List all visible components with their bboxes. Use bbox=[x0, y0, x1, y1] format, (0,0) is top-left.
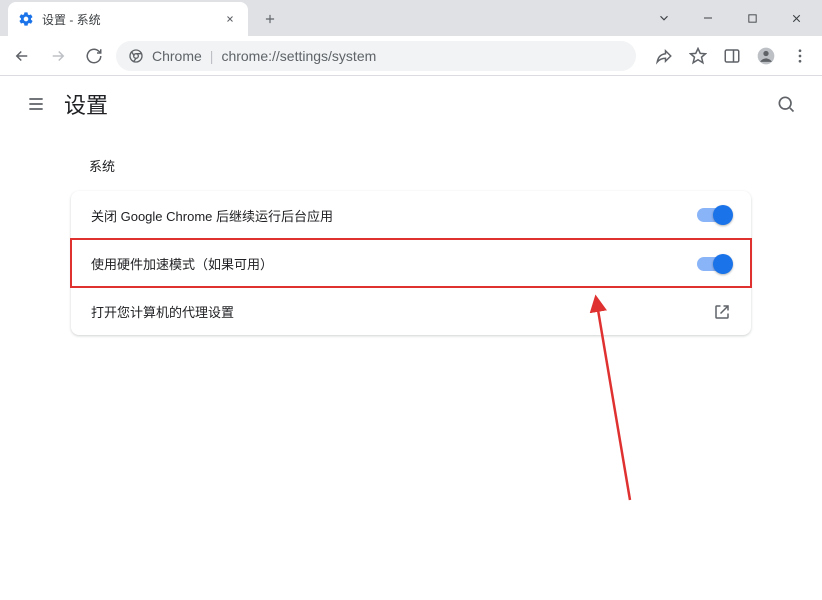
tab-strip: 设置 - 系统 bbox=[0, 0, 822, 36]
row-proxy-settings[interactable]: 打开您计算机的代理设置 bbox=[71, 287, 751, 335]
settings-card: 关闭 Google Chrome 后继续运行后台应用 使用硬件加速模式（如果可用… bbox=[71, 191, 751, 335]
toggle-background-apps[interactable] bbox=[697, 208, 731, 222]
bookmark-button[interactable] bbox=[682, 40, 714, 72]
nav-forward-button[interactable] bbox=[42, 40, 74, 72]
window-maximize-button[interactable] bbox=[730, 3, 774, 33]
window-minimize-button[interactable] bbox=[686, 3, 730, 33]
nav-back-button[interactable] bbox=[6, 40, 38, 72]
window-close-button[interactable] bbox=[774, 3, 818, 33]
chrome-logo-icon bbox=[128, 48, 144, 64]
profile-button[interactable] bbox=[750, 40, 782, 72]
search-button[interactable] bbox=[766, 84, 806, 124]
row-background-apps: 关闭 Google Chrome 后继续运行后台应用 bbox=[71, 191, 751, 239]
omnibox-url: chrome://settings/system bbox=[221, 48, 376, 64]
settings-content: 系统 关闭 Google Chrome 后继续运行后台应用 使用硬件加速模式（如… bbox=[71, 156, 751, 335]
browser-toolbar: Chrome | chrome://settings/system bbox=[0, 36, 822, 76]
row-label: 使用硬件加速模式（如果可用） bbox=[91, 254, 697, 273]
hamburger-menu-button[interactable] bbox=[16, 84, 56, 124]
row-label: 打开您计算机的代理设置 bbox=[91, 302, 713, 321]
page-title: 设置 bbox=[64, 88, 108, 120]
kebab-menu-button[interactable] bbox=[784, 40, 816, 72]
omnibox-separator: | bbox=[210, 48, 214, 64]
omnibox-origin: Chrome bbox=[152, 48, 202, 64]
nav-reload-button[interactable] bbox=[78, 40, 110, 72]
window-controls bbox=[642, 0, 818, 36]
sidepanel-button[interactable] bbox=[716, 40, 748, 72]
new-tab-button[interactable] bbox=[256, 5, 284, 33]
row-hardware-acceleration: 使用硬件加速模式（如果可用） bbox=[71, 239, 751, 287]
open-external-icon bbox=[713, 303, 731, 321]
settings-header: 设置 bbox=[0, 76, 822, 132]
section-title: 系统 bbox=[89, 156, 751, 175]
gear-icon bbox=[18, 11, 34, 27]
tab-title: 设置 - 系统 bbox=[42, 11, 222, 28]
chevron-down-icon[interactable] bbox=[642, 3, 686, 33]
toggle-hardware-acceleration[interactable] bbox=[697, 257, 731, 271]
share-button[interactable] bbox=[648, 40, 680, 72]
row-label: 关闭 Google Chrome 后继续运行后台应用 bbox=[91, 206, 697, 225]
tab-close-icon[interactable] bbox=[222, 11, 238, 27]
browser-tab[interactable]: 设置 - 系统 bbox=[8, 2, 248, 36]
omnibox[interactable]: Chrome | chrome://settings/system bbox=[116, 41, 636, 71]
